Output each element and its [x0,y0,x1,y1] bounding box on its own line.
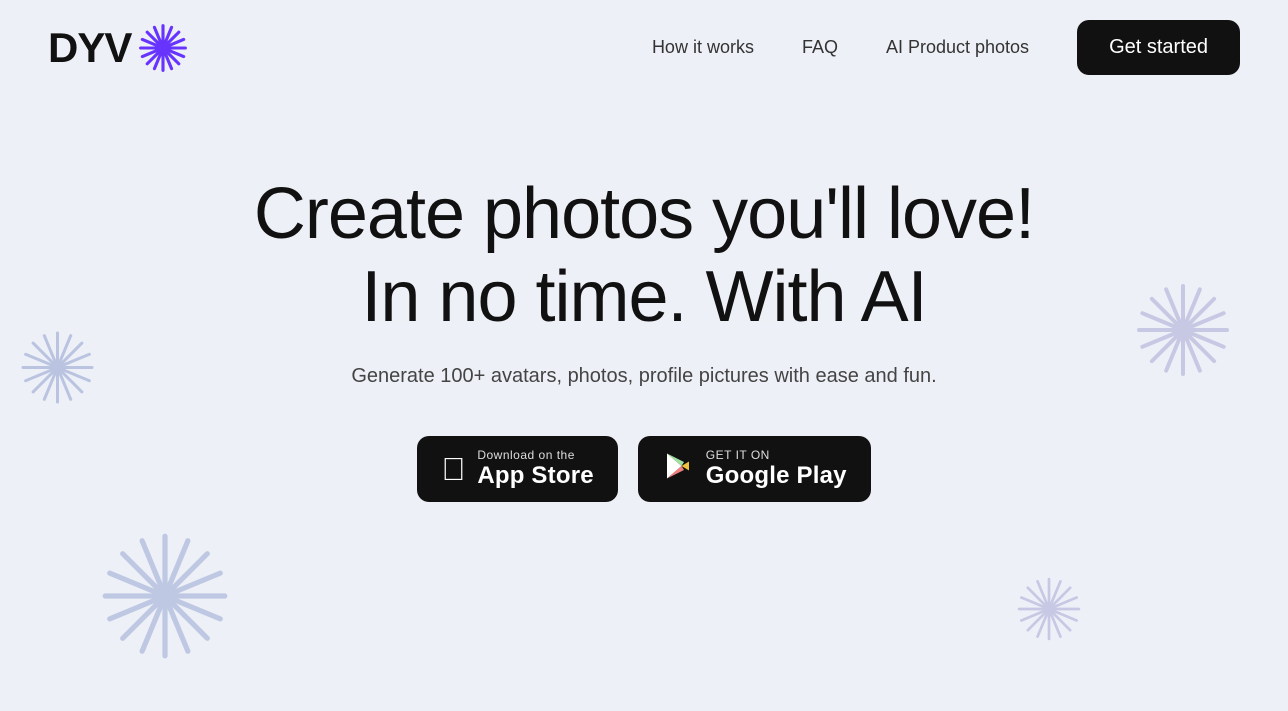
google-play-button[interactable]: GET IT ON Google Play [638,436,871,502]
logo[interactable]: DYV [48,22,189,74]
google-play-text: GET IT ON Google Play [706,448,847,490]
app-store-small-text: Download on the [477,448,575,462]
get-started-button[interactable]: Get started [1077,20,1240,75]
logo-burst-icon [137,22,189,74]
logo-text: DYV [48,24,131,72]
app-store-big-text: App Store [477,462,593,490]
app-store-button[interactable]:  Download on the App Store [417,436,617,502]
navbar: DYV How [0,0,1288,95]
burst-bottom-left [100,531,230,661]
hero-section: Create photos you'll love! In no time. W… [0,95,1288,502]
hero-subtitle: Generate 100+ avatars, photos, profile p… [351,365,936,388]
app-store-text: Download on the App Store [477,448,593,490]
google-play-icon [662,450,694,487]
nav-links: How it works FAQ AI Product photos [652,37,1029,58]
apple-icon:  [441,453,465,485]
nav-how-it-works[interactable]: How it works [652,37,754,58]
nav-ai-product-photos[interactable]: AI Product photos [886,37,1029,58]
burst-bottom-right [1015,575,1083,643]
google-play-big-text: Google Play [706,462,847,490]
store-buttons:  Download on the App Store GET IT ON Go… [417,436,870,502]
hero-title-line2: In no time. With AI [361,254,926,340]
google-play-small-text: GET IT ON [706,448,770,462]
hero-title-line1: Create photos you'll love! [254,175,1034,254]
nav-faq[interactable]: FAQ [802,37,838,58]
